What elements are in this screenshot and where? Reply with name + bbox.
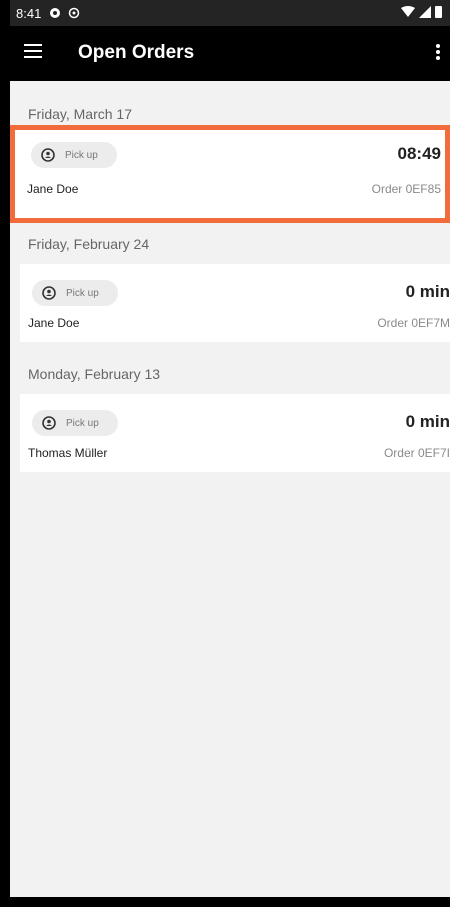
customer-name: Jane Doe [27, 182, 79, 196]
section-date: Friday, February 24 [28, 236, 150, 252]
order-type-badge: Pick up [32, 410, 118, 436]
order-eta: 0 min [405, 282, 450, 301]
order-type-label: Pick up [66, 417, 99, 429]
wifi-icon [401, 5, 415, 17]
status-time: 8:41 [16, 5, 42, 21]
order-card[interactable]: Pick up 08:49 Jane Doe Order 0EF85 [10, 125, 450, 223]
order-type-label: Pick up [65, 149, 98, 161]
status-bar: 8:41 [10, 0, 450, 26]
customer-name: Thomas Müller [28, 446, 108, 460]
location-pin-icon [41, 148, 55, 162]
settings-notification-icon [69, 7, 80, 19]
hamburger-menu-icon[interactable] [24, 44, 42, 58]
order-number: Order 0EF85 [371, 182, 441, 196]
signal-icon [419, 5, 431, 18]
section-date: Monday, February 13 [28, 366, 161, 382]
order-type-badge: Pick up [31, 142, 117, 168]
page-title: Open Orders [78, 42, 195, 63]
app-bar: Open Orders [10, 26, 450, 81]
chat-notification-icon [50, 8, 61, 18]
overflow-menu-icon[interactable] [434, 44, 442, 64]
order-card[interactable]: Pick up 0 min Jane Doe Order 0EF7M [20, 264, 450, 342]
location-pin-icon [42, 286, 56, 300]
order-eta: 08:49 [397, 144, 441, 163]
open-orders-screen: 8:41 Open Orders Friday, March 17 Pick u… [10, 0, 450, 907]
customer-name: Jane Doe [28, 316, 80, 330]
order-card[interactable]: Pick up 0 min Thomas Müller Order 0EF7I [20, 394, 450, 472]
order-eta: 0 min [405, 412, 450, 431]
battery-icon [435, 6, 442, 18]
section-date: Friday, March 17 [28, 106, 132, 122]
location-pin-icon [42, 416, 56, 430]
order-number: Order 0EF7M [377, 316, 450, 330]
order-number: Order 0EF7I [383, 446, 450, 460]
order-type-badge: Pick up [32, 280, 118, 306]
navigation-bar [10, 897, 450, 907]
order-type-label: Pick up [66, 287, 99, 299]
